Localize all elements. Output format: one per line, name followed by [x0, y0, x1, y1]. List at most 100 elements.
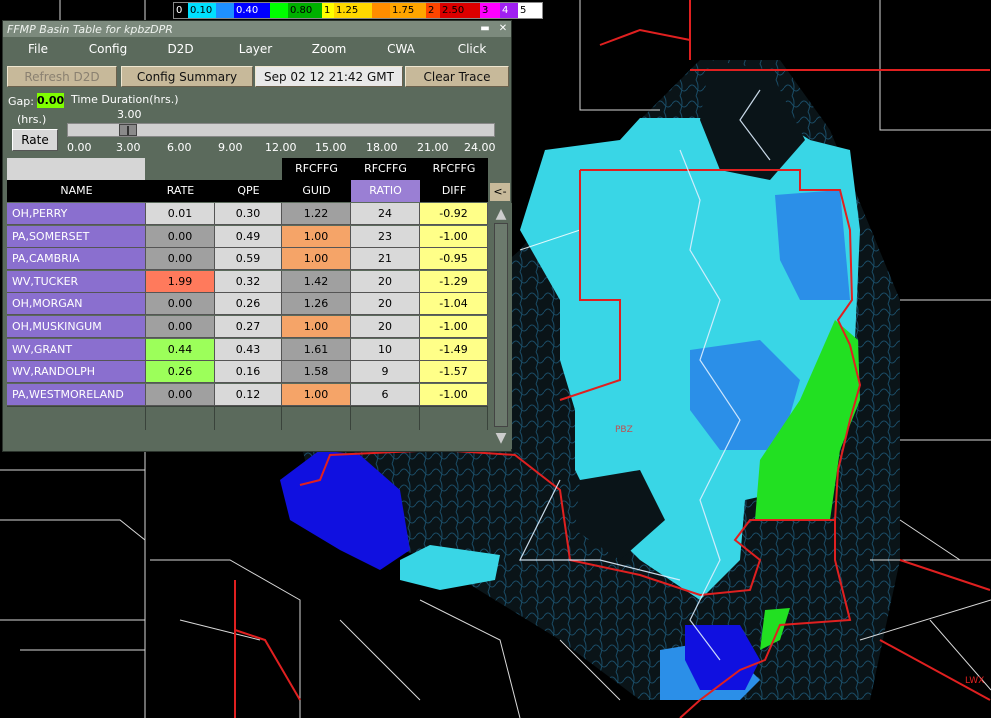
- table-cell-rate[interactable]: 0.00: [146, 293, 215, 316]
- menu-file[interactable]: File: [3, 42, 73, 56]
- table-cell-rate[interactable]: 0.01: [146, 203, 215, 225]
- column-header-diff[interactable]: DIFF: [420, 180, 488, 202]
- table-cell-diff[interactable]: -1.00: [420, 383, 488, 406]
- time-duration-label: Time Duration(hrs.): [71, 93, 179, 106]
- table-cell-diff[interactable]: -1.49: [420, 338, 488, 361]
- table-cell-name[interactable]: OH,MORGAN: [7, 293, 146, 316]
- menu-click[interactable]: Click: [437, 42, 507, 56]
- column-header-name[interactable]: NAME: [7, 180, 146, 202]
- table-cell-diff[interactable]: -1.57: [420, 361, 488, 384]
- minimize-button[interactable]: ▬: [479, 23, 491, 35]
- table-cell-rate[interactable]: 0.00: [146, 225, 215, 248]
- slider-tick-label: 9.00: [218, 141, 243, 154]
- legend-label: 3: [482, 5, 489, 16]
- table-cell-ratio[interactable]: 21: [351, 248, 420, 271]
- gap-label: Gap:: [8, 95, 34, 108]
- time-duration-slider[interactable]: [67, 123, 495, 137]
- slider-tick-label: 6.00: [167, 141, 192, 154]
- table-cell-ratio[interactable]: 10: [351, 338, 420, 361]
- table-cell-rate[interactable]: 0.26: [146, 361, 215, 384]
- refresh-d2d-button[interactable]: Refresh D2D: [7, 66, 117, 87]
- table-cell-name[interactable]: WV,GRANT: [7, 338, 146, 361]
- table-cell-ratio[interactable]: 20: [351, 316, 420, 338]
- table-cell-diff[interactable]: -1.00: [420, 225, 488, 248]
- table-cell-rate[interactable]: 0.00: [146, 316, 215, 338]
- menu-d2d[interactable]: D2D: [143, 42, 218, 56]
- table-cell-diff[interactable]: -1.04: [420, 293, 488, 316]
- table-cell-qpe[interactable]: 0.59: [215, 248, 282, 271]
- table-vertical-scrollbar[interactable]: ▲ ▼: [490, 203, 512, 449]
- table-cell-guid[interactable]: 1.00: [282, 248, 351, 271]
- table-cell-ratio[interactable]: 24: [351, 203, 420, 225]
- legend-cell: 5: [518, 3, 542, 18]
- scroll-track[interactable]: [494, 223, 508, 427]
- legend-cell: [372, 3, 390, 18]
- table-cell-rate[interactable]: 0.00: [146, 248, 215, 271]
- column-header-guid[interactable]: GUID: [282, 180, 351, 202]
- table-cell-qpe[interactable]: 0.32: [215, 270, 282, 293]
- column-header-qpe[interactable]: QPE: [215, 180, 282, 202]
- column-header-ratio[interactable]: RATIO: [351, 180, 420, 202]
- config-summary-button[interactable]: Config Summary: [121, 66, 253, 87]
- table-cell-name[interactable]: OH,PERRY: [7, 203, 146, 225]
- legend-cell: 1.75: [390, 3, 426, 18]
- table-cell-diff[interactable]: -1.00: [420, 316, 488, 338]
- legend-label: 5: [520, 5, 527, 16]
- gap-units: (hrs.): [17, 113, 47, 126]
- lwx-label: LWX: [965, 676, 984, 686]
- table-cell-name[interactable]: WV,RANDOLPH: [7, 361, 146, 384]
- menu-cwa[interactable]: CWA: [365, 42, 437, 56]
- menu-config[interactable]: Config: [73, 42, 143, 56]
- legend-cell: 2.50: [440, 3, 480, 18]
- legend-cell: 2: [426, 3, 440, 18]
- table-cell-guid[interactable]: 1.00: [282, 316, 351, 338]
- table-cell-qpe[interactable]: 0.30: [215, 203, 282, 225]
- legend-label: 1.25: [336, 5, 359, 16]
- table-cell-ratio[interactable]: 6: [351, 383, 420, 406]
- ffmp-basin-table-window[interactable]: FFMP Basin Table for kpbzDPR ▬ ✕ File Co…: [2, 20, 512, 452]
- clear-trace-button[interactable]: Clear Trace: [405, 66, 509, 87]
- table-cell-guid[interactable]: 1.42: [282, 270, 351, 293]
- table-cell-rate[interactable]: 0.44: [146, 338, 215, 361]
- datetime-display: Sep 02 12 21:42 GMT: [255, 66, 403, 87]
- table-cell-name[interactable]: OH,MUSKINGUM: [7, 316, 146, 338]
- table-cell-rate[interactable]: 0.00: [146, 383, 215, 406]
- table-cell-name[interactable]: PA,SOMERSET: [7, 225, 146, 248]
- table-cell-qpe[interactable]: 0.27: [215, 316, 282, 338]
- table-cell-guid[interactable]: 1.26: [282, 293, 351, 316]
- table-cell-qpe[interactable]: 0.49: [215, 225, 282, 248]
- menu-zoom[interactable]: Zoom: [293, 42, 365, 56]
- close-button[interactable]: ✕: [497, 23, 509, 35]
- table-cell-guid[interactable]: 1.61: [282, 338, 351, 361]
- table-cell-ratio[interactable]: 9: [351, 361, 420, 384]
- table-cell-qpe[interactable]: 0.26: [215, 293, 282, 316]
- slider-tick-label: 12.00: [265, 141, 297, 154]
- table-cell-guid[interactable]: 1.58: [282, 361, 351, 384]
- table-cell-name[interactable]: PA,WESTMORELAND: [7, 383, 146, 406]
- table-cell-guid[interactable]: 1.22: [282, 203, 351, 225]
- menu-bar: File Config D2D Layer Zoom CWA Click: [3, 37, 511, 61]
- table-cell-guid[interactable]: 1.00: [282, 383, 351, 406]
- table-cell-ratio[interactable]: 23: [351, 225, 420, 248]
- table-cell-ratio[interactable]: 20: [351, 270, 420, 293]
- slider-thumb[interactable]: [119, 124, 137, 136]
- table-cell-qpe[interactable]: 0.43: [215, 338, 282, 361]
- menu-layer[interactable]: Layer: [218, 42, 293, 56]
- table-cell-qpe[interactable]: 0.16: [215, 361, 282, 384]
- table-cell-rate[interactable]: 1.99: [146, 270, 215, 293]
- table-cell-name[interactable]: WV,TUCKER: [7, 270, 146, 293]
- table-cell-diff[interactable]: -0.95: [420, 248, 488, 271]
- rate-button[interactable]: Rate: [12, 129, 58, 151]
- column-shift-button[interactable]: <-: [490, 183, 510, 201]
- legend-cell: 1: [322, 3, 334, 18]
- table-cell-guid[interactable]: 1.00: [282, 225, 351, 248]
- scroll-up-icon[interactable]: ▲: [492, 205, 510, 223]
- table-cell-qpe[interactable]: 0.12: [215, 383, 282, 406]
- table-cell-ratio[interactable]: 20: [351, 293, 420, 316]
- scroll-down-icon[interactable]: ▼: [492, 429, 510, 447]
- column-header-rate[interactable]: RATE: [146, 180, 215, 202]
- table-cell-name[interactable]: PA,CAMBRIA: [7, 248, 146, 271]
- table-cell-diff[interactable]: -0.92: [420, 203, 488, 225]
- table-cell-diff[interactable]: -1.29: [420, 270, 488, 293]
- window-titlebar[interactable]: FFMP Basin Table for kpbzDPR ▬ ✕: [3, 21, 511, 37]
